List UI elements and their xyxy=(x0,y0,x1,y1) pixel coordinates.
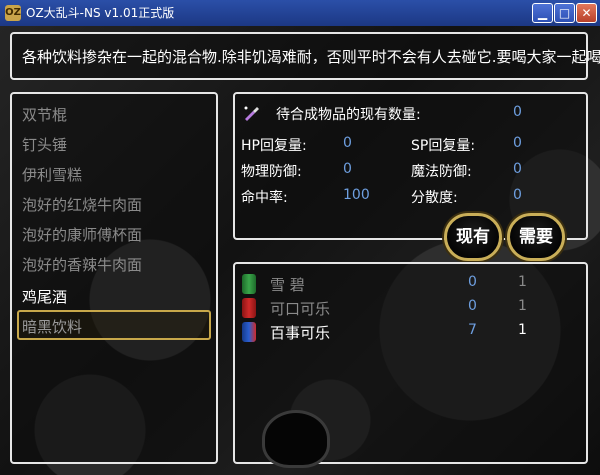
pepsi-can-icon xyxy=(242,322,256,342)
close-button[interactable]: ✕ xyxy=(576,3,597,23)
list-item[interactable]: 鸡尾酒 xyxy=(22,286,67,307)
stock-value: 0 xyxy=(513,104,522,120)
game-window: OZ OZ大乱斗-NS v1.01正式版 ▁ □ ✕ 各种饮料掺杂在一起的混合物… xyxy=(0,0,600,475)
pdef-label: 物理防御: xyxy=(241,164,302,180)
list-item-selected[interactable]: 暗黑饮料 xyxy=(22,316,82,337)
gear-hole-decoration xyxy=(262,410,330,468)
list-item[interactable]: 泡好的康师傅杯面 xyxy=(22,224,142,245)
mdef-label: 魔法防御: xyxy=(411,164,472,180)
list-item[interactable]: 泡好的红烧牛肉面 xyxy=(22,194,142,215)
stock-label: 待合成物品的现有数量: xyxy=(276,107,421,123)
ingredient-name: 可口可乐 xyxy=(270,300,331,318)
list-item[interactable]: 双节棍 xyxy=(22,104,67,125)
list-item[interactable]: 钉头锤 xyxy=(22,134,67,155)
spread-label: 分散度: xyxy=(411,190,458,206)
spread-value: 0 xyxy=(513,187,522,203)
window-title: OZ大乱斗-NS v1.01正式版 xyxy=(26,6,175,20)
pdef-value: 0 xyxy=(343,161,352,177)
sprite-can-icon xyxy=(242,274,256,294)
ingredient-have: 0 xyxy=(468,298,477,314)
title-bar: OZ OZ大乱斗-NS v1.01正式版 ▁ □ ✕ xyxy=(0,0,600,26)
description-panel: 各种饮料掺杂在一起的混合物.除非饥渴难耐，否则平时不会有人去碰它.要喝大家一起喝… xyxy=(10,32,600,80)
ingredient-need: 1 xyxy=(518,298,527,314)
list-item[interactable]: 伊利雪糕 xyxy=(22,164,82,185)
coke-can-icon xyxy=(242,298,256,318)
ingredient-have: 7 xyxy=(468,322,477,338)
hp-label: HP回复量: xyxy=(241,138,307,154)
list-item[interactable]: 泡好的香辣牛肉面 xyxy=(22,254,142,275)
minimize-button[interactable]: ▁ xyxy=(532,3,553,23)
mdef-value: 0 xyxy=(513,161,522,177)
maximize-button[interactable]: □ xyxy=(554,3,575,23)
have-button[interactable]: 现有 xyxy=(444,213,502,261)
ingredient-name: 雪 碧 xyxy=(270,276,305,294)
sp-label: SP回复量: xyxy=(411,138,476,154)
potion-icon xyxy=(244,106,259,121)
hit-value: 100 xyxy=(343,187,370,203)
ingredient-need: 1 xyxy=(518,274,527,290)
item-description: 各种饮料掺杂在一起的混合物.除非饥渴难耐，否则平时不会有人去碰它.要喝大家一起喝… xyxy=(22,48,600,66)
need-button[interactable]: 需要 xyxy=(507,213,565,261)
ingredient-name: 百事可乐 xyxy=(270,324,331,342)
ingredient-have: 0 xyxy=(468,274,477,290)
hit-label: 命中率: xyxy=(241,190,288,206)
sp-value: 0 xyxy=(513,135,522,151)
hp-value: 0 xyxy=(343,135,352,151)
ingredient-need: 1 xyxy=(518,322,527,338)
app-icon: OZ xyxy=(5,5,21,21)
